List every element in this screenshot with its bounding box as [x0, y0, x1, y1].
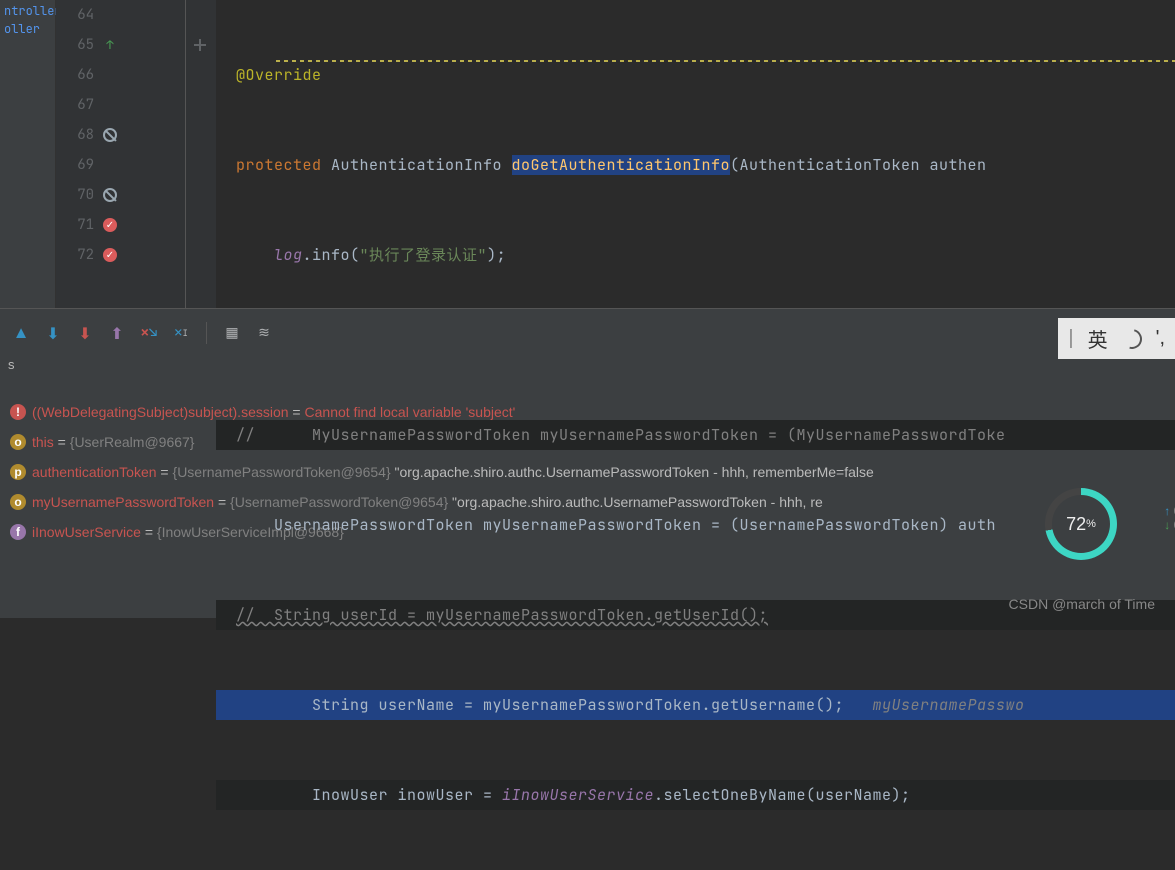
code-token: // MyUsernamePasswordToken myUsernamePas…: [236, 425, 1006, 445]
code-token: .selectOneByName(userName);: [654, 785, 911, 805]
code-token: iInowUserService: [502, 785, 654, 805]
line-number: 72: [66, 246, 94, 264]
code-token: (AuthenticationToken authen: [730, 155, 987, 175]
fold-handle-icon[interactable]: [194, 44, 206, 46]
cpu-ring: 72%: [1045, 488, 1117, 560]
ime-lang: 英: [1088, 324, 1108, 353]
line-number: 67: [66, 96, 94, 114]
var-name: iInowUserService: [32, 524, 141, 540]
step-over-icon[interactable]: ⬆: [106, 322, 128, 344]
run-to-cursor-icon[interactable]: ✕↘: [138, 322, 160, 344]
force-step-icon[interactable]: ⬇: [74, 322, 96, 344]
code-token: String userName = myUsernamePasswordToke…: [312, 695, 844, 715]
error-icon: !: [10, 404, 26, 420]
code-token: .info(: [303, 245, 360, 265]
code-area[interactable]: @Override protected AuthenticationInfo d…: [216, 0, 1175, 870]
watermark: CSDN @march of Time: [1009, 596, 1155, 612]
var-name: authenticationToken: [32, 464, 157, 480]
vcs-marker-icon[interactable]: ↑: [102, 37, 118, 53]
disabled-icon[interactable]: [102, 187, 118, 203]
object-icon: o: [10, 494, 26, 510]
step-out-icon[interactable]: ▲: [10, 322, 32, 344]
object-icon: o: [10, 434, 26, 450]
line-number: 65: [66, 36, 94, 54]
step-into-icon[interactable]: ⬇: [42, 322, 64, 344]
nav-item[interactable]: oller: [2, 20, 53, 38]
code-token: // String userId = myUsernamePasswordTok…: [236, 605, 768, 625]
code-token: protected: [236, 155, 322, 175]
drop-frame-icon[interactable]: ✕I: [170, 322, 192, 344]
code-token: @Override: [236, 65, 322, 85]
field-icon: f: [10, 524, 26, 540]
disabled-icon[interactable]: [102, 127, 118, 143]
ime-punct: ',: [1156, 327, 1165, 350]
moon-icon[interactable]: [1118, 325, 1145, 352]
param-icon: p: [10, 464, 26, 480]
inline-hint: myUsernamePasswo: [844, 695, 1025, 715]
code-token: AuthenticationInfo: [322, 155, 512, 175]
code-token: InowUser inowUser =: [312, 785, 502, 805]
editor-gutter: 64 65 ↑ 66 67 68 69 70 71 72: [56, 0, 186, 308]
line-number: 64: [66, 6, 94, 24]
fold-gutter: [186, 0, 216, 308]
cpu-percent: 72: [1066, 514, 1086, 535]
nav-item[interactable]: ntroller: [2, 2, 53, 20]
code-token: );: [487, 245, 506, 265]
line-number: 66: [66, 66, 94, 84]
breakpoint-icon[interactable]: [102, 247, 118, 263]
separator: [206, 322, 207, 344]
code-editor[interactable]: 64 65 ↑ 66 67 68 69 70 71 72 @Override pr…: [56, 0, 1175, 308]
line-number: 69: [66, 156, 94, 174]
cpu-widget[interactable]: 72% ↑ 0.2 K/ ↓ 0.6 K/: [1045, 488, 1145, 588]
project-nav[interactable]: ntroller oller: [0, 0, 56, 308]
code-token: doGetAuthenticationInfo: [512, 155, 731, 175]
var-name: myUsernamePasswordToken: [32, 494, 214, 510]
ime-indicator[interactable]: | 英 ',: [1058, 318, 1175, 359]
code-token: UsernamePasswordToken myUsernamePassword…: [274, 515, 996, 535]
line-number: 71: [66, 216, 94, 234]
line-number: 70: [66, 186, 94, 204]
code-token: "执行了登录认证": [360, 245, 488, 265]
var-name: this: [32, 434, 54, 450]
line-number: 68: [66, 126, 94, 144]
network-stats: ↑ 0.2 K/ ↓ 0.6 K/: [1164, 504, 1175, 532]
breakpoint-icon[interactable]: [102, 217, 118, 233]
var-value: {UserRealm@9667}: [70, 434, 195, 450]
code-token: log: [274, 245, 303, 265]
